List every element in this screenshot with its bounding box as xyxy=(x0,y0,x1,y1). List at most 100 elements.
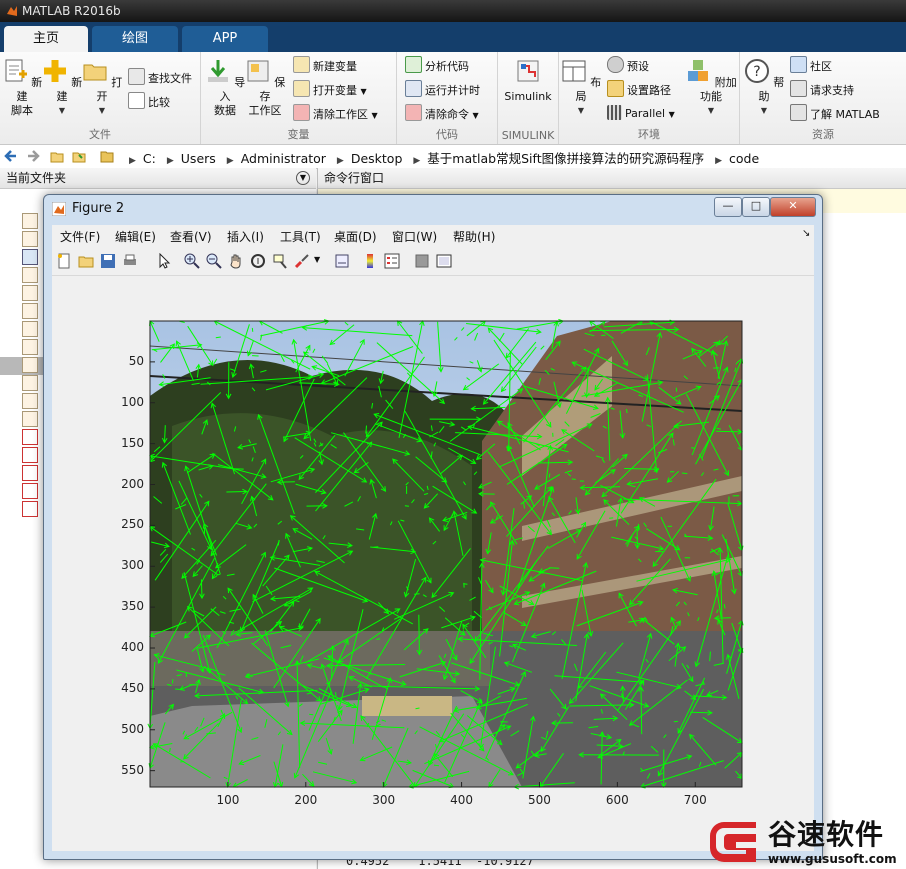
breadcrumb-item[interactable]: code xyxy=(729,151,759,166)
parallel-button[interactable]: Parallel ▼ xyxy=(607,104,675,124)
tab-plots[interactable]: 绘图 xyxy=(92,26,178,52)
m-file-icon[interactable] xyxy=(22,339,38,355)
analyze-code-button[interactable]: 分析代码 xyxy=(405,56,469,76)
breadcrumb-item[interactable]: Desktop xyxy=(351,151,403,166)
clear-commands-button[interactable]: 清除命令 ▼ xyxy=(405,104,479,124)
back-arrow-icon[interactable] xyxy=(4,149,18,163)
brush-dropdown-icon[interactable]: ▼ xyxy=(314,255,320,264)
m-file-icon[interactable] xyxy=(22,303,38,319)
set-path-button[interactable]: 设置路径 xyxy=(607,80,671,100)
breadcrumb-item[interactable]: Administrator xyxy=(241,151,326,166)
x-tick-label: 700 xyxy=(683,793,707,807)
menu-insert[interactable]: 插入(I) xyxy=(227,228,264,245)
m-file-icon[interactable] xyxy=(22,357,38,373)
menu-view[interactable]: 查看(V) xyxy=(170,228,212,245)
feature-vector xyxy=(548,473,551,478)
forward-arrow-icon[interactable] xyxy=(26,149,40,163)
save-workspace-button[interactable]: 保存 工作区 xyxy=(243,56,287,118)
breadcrumb-item[interactable]: Users xyxy=(181,151,216,166)
add-ons-cubes-icon xyxy=(688,60,709,81)
simulink-button[interactable]: Simulink xyxy=(504,56,552,104)
preferences-gear-icon xyxy=(607,56,624,73)
group-file: 新建 脚本 新建 ▼ 打开 ▼ 查找文件 比较 文件 xyxy=(0,52,201,144)
open-file-icon[interactable] xyxy=(78,253,94,269)
new-button[interactable]: 新建 ▼ xyxy=(40,56,84,118)
menu-edit[interactable]: 编辑(E) xyxy=(115,228,156,245)
png-file-icon[interactable] xyxy=(22,429,38,445)
new-variable-icon xyxy=(293,56,310,73)
new-variable-button[interactable]: 新建变量 xyxy=(293,56,357,76)
figure-canvas: 50 100 150 200 250 300 350 400 450 500 550 100 200 3… xyxy=(52,276,814,851)
m-file-icon[interactable] xyxy=(22,321,38,337)
y-tick-label: 200 xyxy=(121,476,144,491)
add-ons-button[interactable]: 附加功能 ▼ xyxy=(685,56,737,118)
new-script-button[interactable]: 新建 脚本 xyxy=(0,56,44,118)
save-icon[interactable] xyxy=(100,253,116,269)
breadcrumb-item[interactable]: 基于matlab常规Sift图像拼接算法的研究源码程序 xyxy=(427,151,704,166)
m-file-icon[interactable] xyxy=(22,285,38,301)
community-button[interactable]: 社区 xyxy=(790,56,832,76)
watermark-url: www.gususoft.com xyxy=(768,852,897,866)
menu-desktop[interactable]: 桌面(D) xyxy=(334,228,377,245)
m-file-icon[interactable] xyxy=(22,231,38,247)
import-data-button[interactable]: 导入 数据 xyxy=(203,56,247,118)
compare-button[interactable]: 比较 xyxy=(128,92,170,112)
menu-file[interactable]: 文件(F) xyxy=(60,228,100,245)
insert-legend-icon[interactable] xyxy=(384,253,400,269)
m-file-icon[interactable] xyxy=(22,375,38,391)
minimize-button[interactable]: — xyxy=(714,197,742,217)
find-files-button[interactable]: 查找文件 xyxy=(128,68,192,88)
menu-tools[interactable]: 工具(T) xyxy=(280,228,321,245)
browse-folder-icon[interactable] xyxy=(72,149,86,163)
m-file-icon[interactable] xyxy=(22,411,38,427)
maximize-button[interactable]: □ xyxy=(742,197,770,217)
open-variable-button[interactable]: 打开变量 ▼ xyxy=(293,80,367,100)
show-plot-tools-icon[interactable] xyxy=(436,253,452,269)
tab-home[interactable]: 主页 xyxy=(4,26,88,52)
png-file-icon[interactable] xyxy=(22,465,38,481)
run-and-time-button[interactable]: 运行并计时 xyxy=(405,80,480,100)
group-simulink-label: SIMULINK xyxy=(501,129,555,142)
rotate-3d-icon[interactable] xyxy=(250,253,266,269)
select-arrow-icon[interactable] xyxy=(156,253,172,269)
tab-apps[interactable]: APP xyxy=(182,26,268,52)
menu-window[interactable]: 窗口(W) xyxy=(392,228,437,245)
pan-hand-icon[interactable] xyxy=(228,253,244,269)
zoom-out-icon[interactable] xyxy=(206,253,222,269)
m-file-icon[interactable] xyxy=(22,213,38,229)
menu-help[interactable]: 帮助(H) xyxy=(453,228,495,245)
close-button[interactable]: ✕ xyxy=(770,197,816,217)
png-file-icon[interactable] xyxy=(22,447,38,463)
breadcrumb-item[interactable]: C: xyxy=(143,151,156,166)
panel-options-icon[interactable]: ▼ xyxy=(296,171,310,185)
request-support-button[interactable]: 请求支持 xyxy=(790,80,854,100)
insert-colorbar-icon[interactable] xyxy=(362,253,378,269)
open-button[interactable]: 打开 ▼ xyxy=(80,56,124,118)
learn-matlab-button[interactable]: 了解 MATLAB xyxy=(790,104,880,124)
preferences-button[interactable]: 预设 xyxy=(607,56,649,76)
brush-icon[interactable] xyxy=(294,253,310,269)
m-file-icon[interactable] xyxy=(22,267,38,283)
layout-button[interactable]: 布局 ▼ xyxy=(559,56,603,118)
print-icon[interactable] xyxy=(122,253,138,269)
zoom-in-icon[interactable] xyxy=(184,253,200,269)
clear-workspace-button[interactable]: 清除工作区 ▼ xyxy=(293,104,378,124)
data-cursor-icon[interactable] xyxy=(272,253,288,269)
feature-vector xyxy=(251,327,254,332)
figure-menu-bar: 文件(F) 编辑(E) 查看(V) 插入(I) 工具(T) 桌面(D) 窗口(W… xyxy=(52,225,814,247)
link-plot-icon[interactable] xyxy=(334,253,350,269)
png-file-icon[interactable] xyxy=(22,501,38,517)
menu-dock-icon[interactable]: ↘ xyxy=(802,228,810,239)
hide-plot-tools-icon[interactable] xyxy=(414,253,430,269)
m-file-icon[interactable] xyxy=(22,393,38,409)
fig-file-icon[interactable] xyxy=(22,249,38,265)
up-folder-icon[interactable] xyxy=(50,149,64,163)
feature-plot[interactable] xyxy=(52,276,814,851)
analyze-code-icon xyxy=(405,56,422,73)
help-button[interactable]: ? 帮助 ▼ xyxy=(742,56,786,118)
png-file-icon[interactable] xyxy=(22,483,38,499)
new-figure-icon[interactable] xyxy=(56,253,72,269)
feature-vector xyxy=(548,567,560,569)
group-variable: 导入 数据 保存 工作区 新建变量 打开变量 ▼ 清除工作区 ▼ 变量 xyxy=(201,52,397,144)
feature-vector xyxy=(675,387,678,392)
